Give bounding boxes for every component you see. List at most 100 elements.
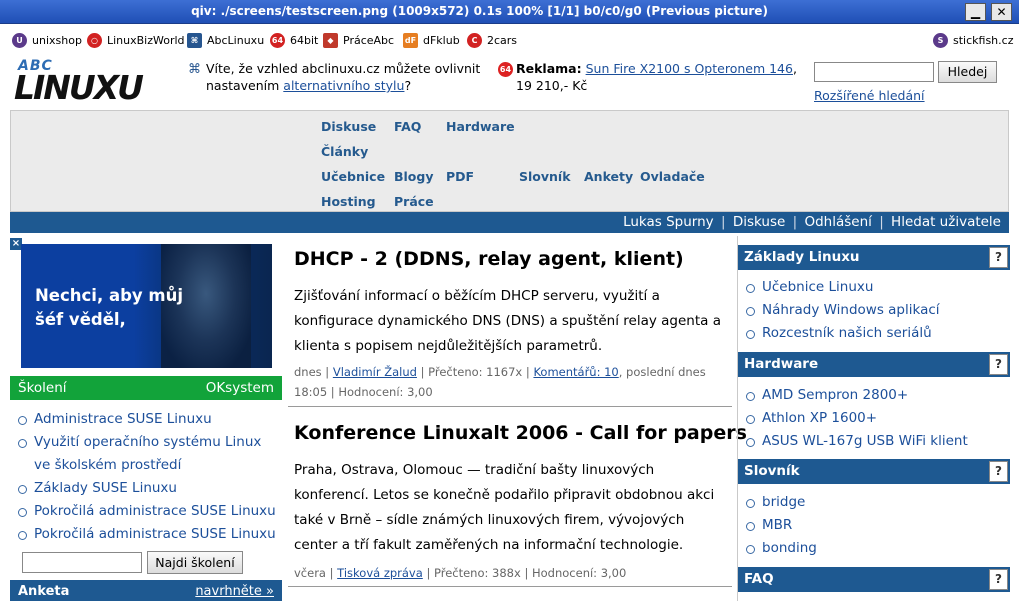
list-item[interactable]: Administrace SUSE Linuxu (18, 408, 280, 431)
stickfish-icon: S (933, 32, 948, 48)
zaklady-header: Základy Linuxu ? (738, 245, 1010, 270)
list-item[interactable]: AMD Sempron 2800+ (746, 384, 1008, 407)
nav-hardware[interactable]: Hardware (446, 119, 515, 134)
bookmark-label: LinuxBizWorld (107, 33, 185, 47)
author-link[interactable]: Tisková zpráva (337, 566, 423, 580)
find-skoleni-button[interactable]: Najdi školení (147, 551, 243, 574)
skoleni-list: Administrace SUSE Linuxu Využití operačn… (18, 408, 280, 546)
bookmark-unixshop[interactable]: U unixshop (12, 31, 82, 49)
bullet-icon (746, 415, 755, 424)
nav-faq[interactable]: FAQ (394, 119, 421, 134)
help-icon[interactable]: ? (989, 247, 1008, 268)
list-item[interactable]: ASUS WL-167g USB WiFi klient (746, 430, 1008, 453)
bullet-icon (746, 545, 755, 554)
nav-hosting[interactable]: Hosting (321, 194, 376, 209)
nav-ucebnice[interactable]: Učebnice (321, 169, 385, 184)
list-item[interactable]: Athlon XP 1600+ (746, 407, 1008, 430)
skoleni-title: Školení (18, 380, 67, 396)
list-item[interactable]: Využití operačního systému Linux ve škol… (18, 431, 280, 477)
slovnik-list: bridge MBR bonding (746, 491, 1008, 560)
list-item[interactable]: Pokročilá administrace SUSE Linuxu (18, 500, 280, 523)
advanced-search-link[interactable]: Rozšířené hledání (814, 88, 925, 103)
2cars-icon: C (467, 32, 482, 48)
article-list: DHCP - 2 (DDNS, relay agent, klient) Zji… (288, 236, 747, 601)
bookmark-64bit[interactable]: 64 64bit (270, 31, 318, 49)
user-name-link[interactable]: Lukas Spurny (623, 214, 714, 230)
bookmark-linuxbizworld[interactable]: ○ LinuxBizWorld (87, 31, 185, 49)
ad-price: 19 210,- Kč (516, 78, 588, 93)
skoleni-search-input[interactable] (22, 552, 142, 573)
right-column: Základy Linuxu ? Učebnice Linuxu Náhrady… (737, 236, 1010, 601)
alternative-style-link[interactable]: alternativního stylu (283, 78, 404, 93)
bullet-icon (18, 439, 27, 448)
user-diskuse-link[interactable]: Diskuse (733, 214, 785, 230)
bookmark-label: AbcLinuxu (207, 33, 265, 47)
help-icon[interactable]: ? (989, 354, 1008, 375)
nav-pdf[interactable]: PDF (446, 169, 474, 184)
bullet-icon (746, 307, 755, 316)
bullet-icon (18, 531, 27, 540)
search-button[interactable]: Hledej (938, 61, 997, 83)
nav-ankety[interactable]: Ankety (584, 169, 633, 184)
close-button[interactable]: ✕ (991, 3, 1012, 21)
comments-link[interactable]: Komentářů: 10 (533, 365, 618, 379)
abclinuxu-icon: ⌘ (187, 32, 202, 48)
nav-blogy[interactable]: Blogy (394, 169, 434, 184)
bullet-icon (746, 330, 755, 339)
bookmark-praceabc[interactable]: ◆ PráceAbc (323, 31, 394, 49)
article: DHCP - 2 (DDNS, relay agent, klient) Zji… (288, 236, 732, 406)
left-column: × Nechci, aby můj šéf věděl, Školení OKsy… (10, 236, 282, 601)
bookmark-label: unixshop (32, 33, 82, 47)
unixshop-icon: U (12, 32, 27, 48)
bullet-icon (18, 485, 27, 494)
bookmark-label: stickfish.cz (953, 33, 1014, 47)
faq-header: FAQ ? (738, 567, 1010, 592)
bookmark-label: PráceAbc (343, 33, 395, 47)
nav-diskuse[interactable]: Diskuse (321, 119, 376, 134)
divider (288, 406, 732, 407)
bookmark-abclinuxu[interactable]: ⌘ AbcLinuxu (187, 31, 264, 49)
bullet-icon (746, 499, 755, 508)
bullet-icon (746, 284, 755, 293)
article-title[interactable]: DHCP - 2 (DDNS, relay agent, klient) (294, 248, 684, 270)
bullet-icon (18, 416, 27, 425)
list-item[interactable]: Rozcestník našich seriálů (746, 322, 1008, 345)
list-item[interactable]: Základy SUSE Linuxu (18, 477, 280, 500)
list-item[interactable]: bridge (746, 491, 1008, 514)
nav-slovnik[interactable]: Slovník (519, 169, 571, 184)
nav-ovladace[interactable]: Ovladače (640, 169, 705, 184)
help-icon[interactable]: ? (989, 461, 1008, 482)
nav-prace[interactable]: Práce (394, 194, 434, 209)
list-item[interactable]: Náhrady Windows aplikací (746, 299, 1008, 322)
bullet-icon (746, 392, 755, 401)
ad-banner[interactable]: Nechci, aby můj šéf věděl, (21, 244, 272, 368)
skoleni-sponsor-link[interactable]: OKsystem (206, 376, 274, 400)
search-input[interactable] (814, 62, 934, 82)
nav-clanky[interactable]: Články (321, 144, 368, 159)
list-item[interactable]: Pokročilá administrace SUSE Linuxu (18, 523, 280, 546)
help-icon[interactable]: ? (989, 569, 1008, 590)
minimize-button[interactable]: ▁ (965, 3, 986, 21)
find-user-link[interactable]: Hledat uživatele (891, 214, 1001, 230)
list-item[interactable]: bonding (746, 537, 1008, 560)
list-item[interactable]: Učebnice Linuxu (746, 276, 1008, 299)
bookmark-2cars[interactable]: C 2cars (467, 31, 517, 49)
article-title[interactable]: Konference Linuxalt 2006 - Call for pape… (294, 422, 747, 444)
bookmark-stickfish[interactable]: S stickfish.cz (933, 31, 1013, 49)
zaklady-list: Učebnice Linuxu Náhrady Windows aplikací… (746, 276, 1008, 345)
logout-link[interactable]: Odhlášení (804, 214, 871, 230)
site-logo[interactable]: ABC LINUXU (14, 58, 148, 108)
anketa-header: Anketa navrhněte » (10, 580, 282, 601)
ad-link[interactable]: Sun Fire X2100 s Opteronem 146 (586, 61, 793, 76)
anketa-title: Anketa (18, 584, 70, 599)
author-link[interactable]: Vladimír Žalud (333, 365, 417, 379)
article-meta: dnes | Vladimír Žalud | Přečteno: 1167x … (294, 365, 706, 399)
bookmark-dfklub[interactable]: dF dFklub (403, 31, 460, 49)
anketa-suggest-link[interactable]: navrhněte » (195, 580, 274, 601)
article-perex: Zjišťování informací o běžícím DHCP serv… (294, 288, 721, 354)
64bit-ad-icon: 64 (498, 62, 513, 77)
list-item[interactable]: MBR (746, 514, 1008, 537)
bookmark-label: dFklub (423, 33, 460, 47)
hardware-list: AMD Sempron 2800+ Athlon XP 1600+ ASUS W… (746, 384, 1008, 453)
ad-label: Reklama: (516, 61, 582, 76)
